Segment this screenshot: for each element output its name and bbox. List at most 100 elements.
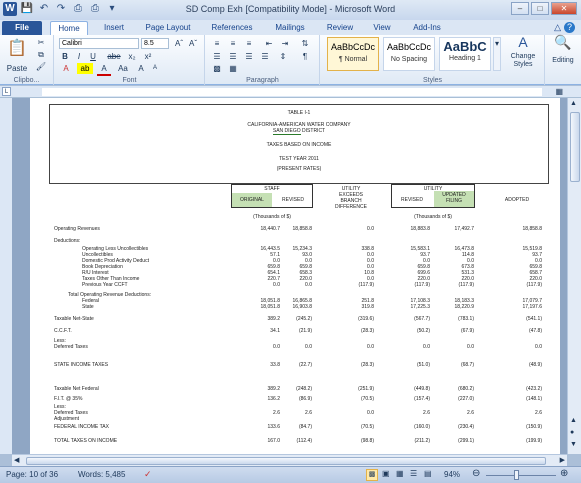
maximize-button[interactable]: □ [531,2,549,15]
tab-file[interactable]: File [2,21,42,35]
change-case-button[interactable]: Aa [115,63,131,74]
help-icon[interactable]: ? [564,22,575,33]
style-normal-name: ¶ Normal [338,56,368,63]
row-value: 0.0 [467,344,474,350]
row-value: (160.0) [414,424,430,430]
row-value: 2.6 [423,410,430,416]
find-icon[interactable]: 🔍 [548,35,578,49]
row-label: F.I.T. @ 35% [54,396,83,402]
superscript-button[interactable]: x² [141,51,155,62]
page-count[interactable]: Page: 10 of 36 [6,470,58,479]
shrink-font-icon[interactable]: Aˇ [187,38,199,49]
tab-mailings[interactable]: Mailings [268,21,312,35]
justify-icon[interactable]: ☰ [258,51,272,62]
font-name-box[interactable]: Calibri [59,38,139,49]
row-value: 17,197.6 [522,304,542,310]
zoom-out-icon[interactable]: ⊖ [472,468,480,479]
font-size-box[interactable]: 8.5 [141,38,169,49]
align-center-icon[interactable]: ☰ [226,51,240,62]
row-value: 18,858.8 [292,226,312,232]
change-styles-icon[interactable]: A [503,35,543,49]
editing-button[interactable]: Editing [546,55,580,66]
paste-button[interactable]: Paste [2,63,32,74]
numbering-icon[interactable]: ≡ [226,38,240,49]
zoom-slider-thumb[interactable] [514,470,519,480]
highlight-button[interactable]: ab [77,63,93,74]
row-value: (28.3) [360,362,374,368]
tab-insert[interactable]: Insert [96,21,132,35]
show-formatting-icon[interactable]: ¶ [298,51,312,62]
align-left-icon[interactable]: ☰ [210,51,224,62]
horizontal-ruler[interactable]: L ▦ [0,86,581,98]
next-page-icon[interactable]: ▼ [570,441,577,448]
scroll-left-icon[interactable]: ◀ [14,456,19,464]
style-normal[interactable]: AaBbCcDc ¶ Normal [327,37,379,71]
scroll-thumb[interactable] [570,112,580,182]
ribbon-minimize-icon[interactable]: △ [554,22,561,33]
tab-view[interactable]: View [366,21,398,35]
proofing-icon[interactable]: ✓ [144,469,152,480]
change-styles-button[interactable]: Change Styles [503,53,543,69]
style-heading-1[interactable]: AaBbC Heading 1 [439,37,491,71]
scroll-right-icon[interactable]: ▶ [560,456,565,464]
multilevel-list-icon[interactable]: ≡ [242,38,256,49]
bold-button[interactable]: B [59,51,71,62]
view-ruler-icon[interactable]: ▦ [555,87,563,96]
thousands-1: (Thousands of $) [253,214,291,220]
subscript-button[interactable]: x₂ [125,51,139,62]
close-button[interactable]: ✕ [551,2,577,15]
tab-references[interactable]: References [204,21,260,35]
print-layout-icon[interactable]: ▩ [366,469,378,481]
zoom-level[interactable]: 94% [444,470,460,479]
zoom-slider[interactable] [486,475,556,476]
updated-filing-header: UPDATED FILING [442,192,466,204]
zoom-in-icon[interactable]: ⊕ [560,468,568,479]
font-color-button[interactable]: A [97,63,111,76]
minimize-button[interactable]: – [511,2,529,15]
cut-icon[interactable]: ✂ [34,37,48,48]
styles-more-icon[interactable]: ▾ [493,37,501,71]
paste-icon[interactable]: 📋 [4,37,30,63]
align-right-icon[interactable]: ☰ [242,51,256,62]
copy-icon[interactable]: ⧉ [34,49,48,60]
row-value: 0.0 [305,344,312,350]
grow-font-icon[interactable]: Aˆ [173,38,185,49]
draft-icon[interactable]: ▤ [424,469,432,478]
line-spacing-icon[interactable]: ⇕ [276,51,290,62]
row-value: (51.0) [416,362,430,368]
tab-page-layout[interactable]: Page Layout [140,21,196,35]
increase-indent-icon[interactable]: ⇥ [278,38,292,49]
vertical-scrollbar[interactable]: ▲ ▲ ● ▼ [567,98,581,454]
tab-review[interactable]: Review [320,21,360,35]
hscroll-thumb[interactable] [26,457,546,465]
scroll-up-icon[interactable]: ▲ [570,100,577,107]
doc-title-5: (PRESENT RATES) [276,166,322,172]
word-count[interactable]: Words: 5,485 [78,470,125,479]
italic-button[interactable]: I [73,51,85,62]
outline-icon[interactable]: ☰ [410,469,417,478]
sort-icon[interactable]: ⇅ [298,38,312,49]
select-browse-object-icon[interactable]: ● [570,429,574,436]
full-screen-icon[interactable]: ▣ [382,469,390,478]
text-effects-button[interactable]: A [59,63,73,74]
decrease-indent-icon[interactable]: ⇤ [262,38,276,49]
shading-icon[interactable]: ▩ [210,63,224,74]
horizontal-scrollbar[interactable]: ◀ ▶ [12,454,567,466]
row-value: (199.9) [526,438,542,444]
prev-page-icon[interactable]: ▲ [570,417,577,424]
style-no-spacing[interactable]: AaBbCcDc No Spacing [383,37,435,71]
web-layout-icon[interactable]: ▦ [396,469,404,478]
tab-home[interactable]: Home [50,21,88,35]
format-painter-icon[interactable]: 🖌 [34,61,48,72]
strikethrough-button[interactable]: abe [105,51,123,62]
row-value: (319.6) [358,316,374,322]
borders-icon[interactable]: ▦ [226,63,240,74]
bullets-icon[interactable]: ≡ [210,38,224,49]
row-value: 2.6 [535,410,542,416]
tab-add-ins[interactable]: Add-Ins [404,21,450,35]
grow-font-button[interactable]: A [135,63,147,74]
shrink-font-button[interactable]: A [149,63,161,74]
tab-selector-icon[interactable]: L [2,87,11,96]
underline-button[interactable]: U [87,51,99,62]
row-value: (112.4) [296,438,312,444]
